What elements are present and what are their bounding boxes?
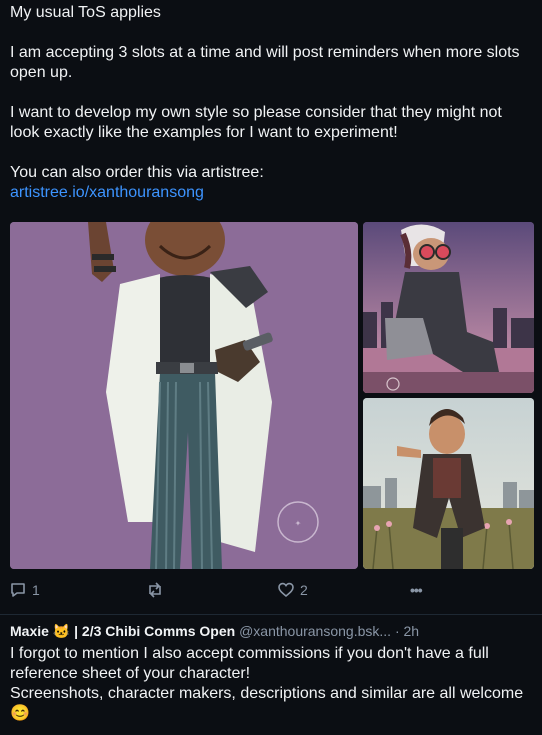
like-action[interactable]: 2 <box>278 582 308 598</box>
reply-header: Maxie 🐱 | 2/3 Chibi Comms Open @xanthour… <box>10 621 532 641</box>
more-options-button[interactable]: ••• <box>410 582 423 598</box>
post-divider <box>0 614 542 615</box>
post-body: My usual ToS applies I am accepting 3 sl… <box>10 3 532 203</box>
post-paragraph: I want to develop my own style so please… <box>10 104 502 141</box>
repost-action[interactable] <box>146 582 170 598</box>
reply-count: 1 <box>32 582 40 598</box>
svg-text:✦: ✦ <box>295 519 302 528</box>
more-icon: ••• <box>410 582 423 598</box>
reply-action[interactable]: 1 <box>10 582 40 598</box>
post-paragraph: I am accepting 3 slots at a time and wil… <box>10 44 520 81</box>
post-paragraph: My usual ToS applies <box>10 4 161 21</box>
post-image-2[interactable] <box>363 222 534 393</box>
post-image-3[interactable] <box>363 398 534 569</box>
reply-line: Screenshots, character makers, descripti… <box>10 685 524 722</box>
author-name[interactable]: Maxie 🐱 | 2/3 Chibi Comms Open <box>10 623 235 639</box>
post-time[interactable]: 2h <box>404 623 420 639</box>
reply-icon <box>11 583 25 597</box>
author-handle[interactable]: @xanthouransong.bsk... <box>239 623 391 639</box>
reply-line: I forgot to mention I also accept commis… <box>10 645 489 682</box>
separator: · <box>394 623 400 639</box>
post-actions: 1 2 ••• <box>10 580 532 604</box>
post-paragraph: You can also order this via artistree: <box>10 164 264 181</box>
like-count: 2 <box>300 582 308 598</box>
reply-post[interactable]: Maxie 🐱 | 2/3 Chibi Comms Open @xanthour… <box>10 621 532 724</box>
post-image-1[interactable]: ✦ <box>10 222 358 569</box>
repost-icon <box>149 582 161 598</box>
heart-icon <box>278 582 294 598</box>
artistree-link[interactable]: artistree.io/xanthouransong <box>10 184 204 201</box>
reply-text: I forgot to mention I also accept commis… <box>10 644 532 724</box>
